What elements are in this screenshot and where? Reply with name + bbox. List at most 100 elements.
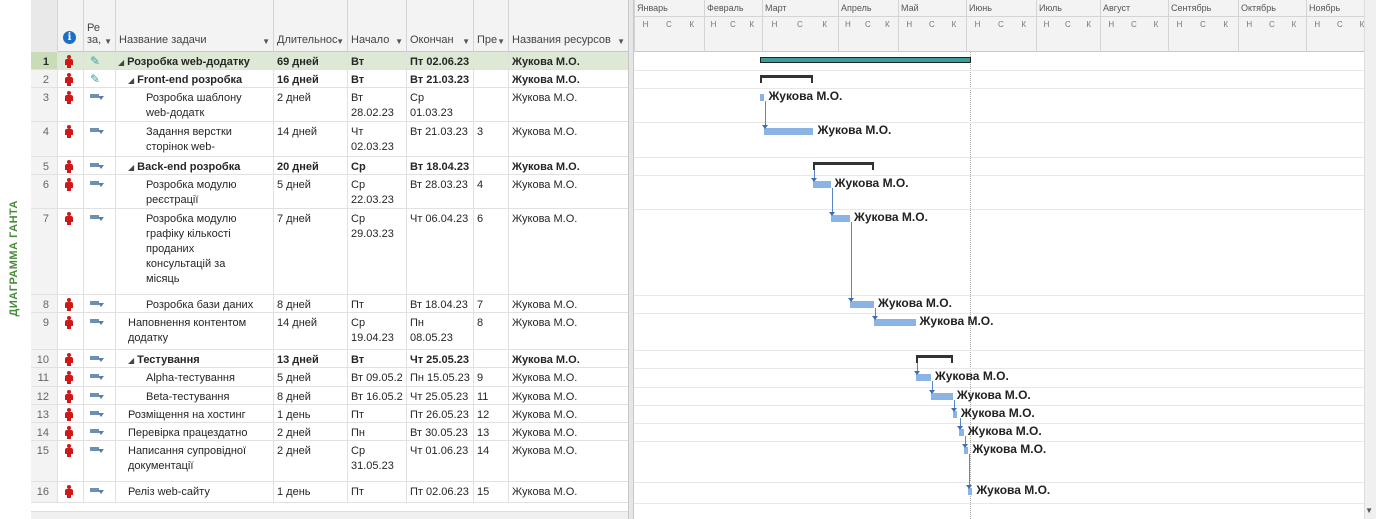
start-cell[interactable]: Вт 28.02.23 [348, 88, 407, 121]
column-start[interactable]: Начало ▼ [348, 0, 407, 52]
duration-cell[interactable]: 13 дней [274, 350, 348, 367]
row-gridline[interactable] [634, 295, 1364, 296]
task-mode-cell[interactable] [84, 441, 116, 481]
indicator-cell[interactable] [58, 387, 84, 404]
row-number[interactable]: 6 [31, 175, 58, 208]
table-row[interactable]: 13 Розміщення на хостинг 1 деньПт 26.05.2 П… [31, 405, 628, 423]
row-number[interactable]: 5 [31, 157, 58, 174]
row-number[interactable]: 15 [31, 441, 58, 481]
row-number[interactable]: 11 [31, 368, 58, 386]
duration-cell[interactable]: 8 дней [274, 387, 348, 404]
task-name-cell[interactable]: Розробка модулю реєстрації [116, 175, 274, 208]
indicator-cell[interactable] [58, 482, 84, 502]
predecessors-cell[interactable] [474, 88, 509, 121]
finish-cell[interactable]: Пт 02.06.23 [407, 482, 474, 502]
collapse-triangle-icon[interactable]: ◢ [128, 356, 134, 365]
finish-cell[interactable]: Пн 08.05.23 [407, 313, 474, 349]
start-cell[interactable]: Вт 09.05.2 [348, 368, 407, 386]
finish-cell[interactable]: Вт 21.03.23 [407, 70, 474, 87]
task-mode-cell[interactable] [84, 405, 116, 422]
task-name-cell[interactable]: Перевірка працездатно [116, 423, 274, 440]
task-bar[interactable] [963, 447, 969, 454]
task-mode-cell[interactable]: ✎ [84, 52, 116, 69]
finish-cell[interactable]: Вт 21.03.23 [407, 122, 474, 156]
start-cell[interactable]: Ср 31.05.23 [348, 441, 407, 481]
table-row[interactable]: 3 Розробка шаблону web-додатк 2 дней Вт 28.02… [31, 88, 628, 122]
indicator-cell[interactable] [58, 209, 84, 294]
resource-cell[interactable]: Жукова М.О. [509, 423, 628, 440]
select-all-corner[interactable] [31, 0, 58, 52]
indicator-cell[interactable] [58, 88, 84, 121]
table-row[interactable]: 12 Beta-тестування 8 дней Вт 16.05.2 Чт 25.0… [31, 387, 628, 405]
task-bar[interactable] [850, 301, 874, 308]
indicator-cell[interactable] [58, 52, 84, 69]
task-mode-cell[interactable] [84, 175, 116, 208]
indicator-cell[interactable] [58, 157, 84, 174]
chevron-down-icon[interactable]: ▼ [497, 37, 505, 46]
task-mode-cell[interactable] [84, 387, 116, 404]
row-number[interactable]: 14 [31, 423, 58, 440]
row-gridline[interactable] [634, 175, 1364, 176]
duration-cell[interactable]: 14 дней [274, 313, 348, 349]
task-name-cell[interactable]: Розміщення на хостинг [116, 405, 274, 422]
task-name-cell[interactable]: ◢ Front-end розробка [116, 70, 274, 87]
start-cell[interactable]: Вт 16.05.2 [348, 387, 407, 404]
task-mode-cell[interactable] [84, 350, 116, 367]
table-row[interactable]: 11 Alpha-тестування 5 дней Вт 09.05.2 Пн 15.… [31, 368, 628, 387]
task-mode-cell[interactable] [84, 122, 116, 156]
predecessors-cell[interactable]: 6 [474, 209, 509, 294]
gantt-chart[interactable]: Январь Февраль Март Апрель Май Июнь Июль Август… [634, 0, 1364, 519]
finish-cell[interactable]: Чт 06.04.23 [407, 209, 474, 294]
start-cell[interactable]: Пт 07.04.2 [348, 295, 407, 312]
duration-cell[interactable]: 2 дней [274, 441, 348, 481]
start-cell[interactable]: Вт 28.02.2 [348, 52, 407, 69]
predecessors-cell[interactable]: 13 [474, 423, 509, 440]
chevron-down-icon[interactable]: ▼ [462, 37, 470, 46]
indicator-cell[interactable] [58, 175, 84, 208]
duration-cell[interactable]: 14 дней [274, 122, 348, 156]
start-cell[interactable]: Вт 28.02.2 [348, 70, 407, 87]
row-gridline[interactable] [634, 503, 1364, 504]
vertical-scrollbar[interactable]: ▼ [1364, 0, 1376, 519]
collapse-triangle-icon[interactable]: ◢ [118, 58, 124, 67]
column-predecessors[interactable]: Пре ▼ [474, 0, 509, 52]
indicator-cell[interactable] [58, 405, 84, 422]
duration-cell[interactable]: 7 дней [274, 209, 348, 294]
task-bar[interactable] [759, 94, 765, 101]
duration-cell[interactable]: 20 дней [274, 157, 348, 174]
duration-cell[interactable]: 1 день [274, 405, 348, 422]
table-row[interactable]: 14 Перевірка працездатно 2 днейПн 29.05.2 В… [31, 423, 628, 441]
task-mode-cell[interactable] [84, 209, 116, 294]
resource-cell[interactable]: Жукова М.О. [509, 70, 628, 87]
finish-cell[interactable]: Чт 25.05.23 [407, 350, 474, 367]
predecessors-cell[interactable] [474, 350, 509, 367]
start-cell[interactable]: Пн 29.05.2 [348, 423, 407, 440]
indicator-cell[interactable] [58, 423, 84, 440]
task-name-cell[interactable]: Написання супровідної документації [116, 441, 274, 481]
task-bar[interactable] [952, 411, 957, 418]
row-number[interactable]: 16 [31, 482, 58, 502]
task-mode-cell[interactable] [84, 482, 116, 502]
project-summary-bar[interactable] [759, 57, 971, 63]
row-gridline[interactable] [634, 70, 1364, 71]
finish-cell[interactable]: Ср 01.03.23 [407, 88, 474, 121]
predecessors-cell[interactable]: 14 [474, 441, 509, 481]
table-row[interactable]: 9 Наповнення контентом додатку 14 дней Ср 19.… [31, 313, 628, 350]
task-name-cell[interactable]: ◢ Тестування [116, 350, 274, 367]
duration-cell[interactable]: 16 дней [274, 70, 348, 87]
predecessors-cell[interactable]: 3 [474, 122, 509, 156]
predecessors-cell[interactable]: 11 [474, 387, 509, 404]
predecessors-cell[interactable] [474, 70, 509, 87]
finish-cell[interactable]: Пн 15.05.23 [407, 368, 474, 386]
indicator-cell[interactable] [58, 313, 84, 349]
resource-cell[interactable]: Жукова М.О. [509, 405, 628, 422]
summary-bar[interactable] [813, 162, 874, 170]
resource-cell[interactable]: Жукова М.О. [509, 350, 628, 367]
chevron-down-icon[interactable]: ▼ [104, 37, 112, 46]
collapse-triangle-icon[interactable]: ◢ [128, 76, 134, 85]
row-number[interactable]: 12 [31, 387, 58, 404]
resource-cell[interactable]: Жукова М.О. [509, 88, 628, 121]
start-cell[interactable]: Вт 09.05.2 [348, 350, 407, 367]
indicator-cell[interactable] [58, 70, 84, 87]
task-bar[interactable] [874, 319, 916, 326]
